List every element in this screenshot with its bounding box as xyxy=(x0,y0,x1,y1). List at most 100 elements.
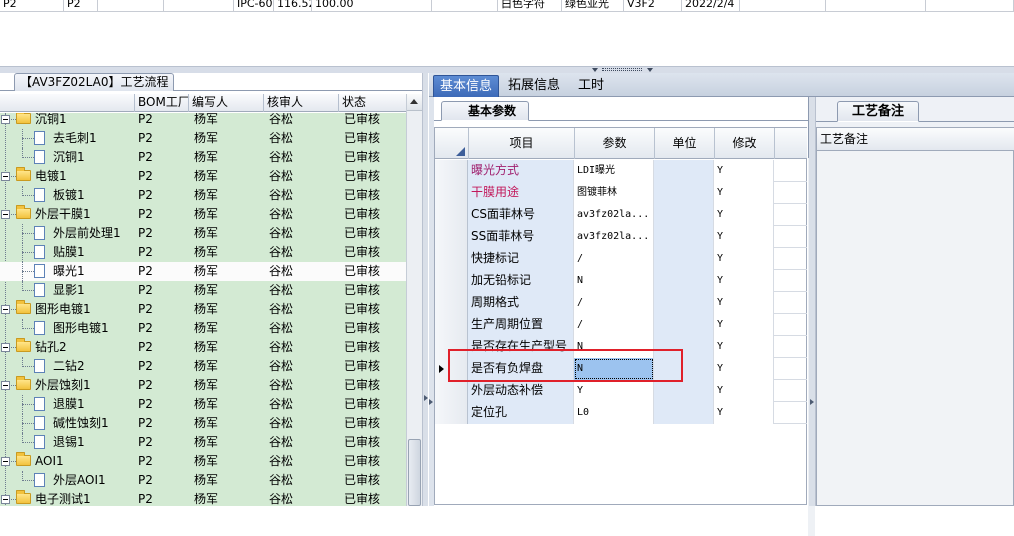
row-selector[interactable] xyxy=(435,182,468,204)
param-item[interactable]: 外层动态补偿 xyxy=(468,380,574,402)
param-row[interactable]: 加无铅标记 N Y xyxy=(435,270,807,292)
remarks-header[interactable]: 工艺备注 xyxy=(817,128,1014,151)
tree-folder-row[interactable]: AOI1 P2 杨军 谷松 已审核 xyxy=(0,452,406,471)
tree-folder-row[interactable]: 外层蚀刻1 P2 杨军 谷松 已审核 xyxy=(0,376,406,395)
tab-basic-info[interactable]: 基本信息 xyxy=(433,75,500,97)
param-value[interactable]: / xyxy=(574,292,654,314)
param-col-unit[interactable]: 单位 xyxy=(654,128,714,159)
tree-step-row[interactable]: 外层前处理1 P2 杨军 谷松 已审核 xyxy=(0,224,406,243)
tab-process-remarks[interactable]: 工艺备注 xyxy=(837,101,920,122)
param-value[interactable]: N xyxy=(574,270,654,292)
row-selector[interactable] xyxy=(435,204,468,226)
param-value[interactable]: av3fz02la... xyxy=(574,204,654,226)
upper-grid-cell[interactable]: 白色字符 xyxy=(498,0,562,12)
upper-grid-cell[interactable] xyxy=(978,0,1014,12)
tree-step-row[interactable]: 图形电镀1 P2 杨军 谷松 已审核 xyxy=(0,319,406,338)
upper-grid-cell[interactable]: IPC-6012 II级 xyxy=(234,0,274,12)
upper-grid-cell[interactable]: 100.00 xyxy=(312,0,432,12)
upper-grid-cell[interactable]: V3F2 xyxy=(624,0,682,12)
select-all-icon[interactable] xyxy=(456,147,465,156)
param-unit[interactable] xyxy=(654,204,714,226)
row-selector[interactable] xyxy=(435,314,468,336)
param-row[interactable]: 曝光方式 LDI曝光 Y xyxy=(435,160,807,182)
tree-scrollbar[interactable] xyxy=(406,94,422,506)
row-selector[interactable] xyxy=(435,402,468,424)
param-modify[interactable]: Y xyxy=(714,292,774,314)
collapse-arrow-icon[interactable] xyxy=(810,399,814,405)
tree-folder-row[interactable]: 电镀1 P2 杨军 谷松 已审核 xyxy=(0,167,406,186)
tree-folder-row[interactable]: 图形电镀1 P2 杨军 谷松 已审核 xyxy=(0,300,406,319)
panel-collapse-strip[interactable] xyxy=(429,97,434,506)
row-selector[interactable] xyxy=(435,380,468,402)
param-item[interactable]: CS面菲林号 xyxy=(468,204,574,226)
param-modify[interactable]: Y xyxy=(714,402,774,424)
horizontal-splitter[interactable] xyxy=(0,66,1014,73)
param-row[interactable]: 快捷标记 / Y xyxy=(435,248,807,270)
row-selector[interactable] xyxy=(435,292,468,314)
tree-folder-row[interactable]: 沉铜1 P2 杨军 谷松 已审核 xyxy=(0,113,406,129)
param-item[interactable]: 定位孔 xyxy=(468,402,574,424)
param-unit[interactable] xyxy=(654,270,714,292)
upper-grid-cell[interactable]: P2 xyxy=(0,0,64,12)
tree-col-name[interactable] xyxy=(0,94,134,112)
param-unit[interactable] xyxy=(654,160,714,182)
param-unit[interactable] xyxy=(654,380,714,402)
tree-col-author[interactable]: 编写人 xyxy=(188,94,263,112)
tab-work-hours[interactable]: 工时 xyxy=(572,75,610,97)
param-row[interactable]: 定位孔 L0 Y xyxy=(435,402,807,424)
param-value[interactable]: 图镀菲林 xyxy=(574,182,654,204)
param-unit[interactable] xyxy=(654,226,714,248)
param-row[interactable]: 周期格式 / Y xyxy=(435,292,807,314)
splitter-grip-icon[interactable] xyxy=(602,68,642,71)
param-item[interactable]: 生产周期位置 xyxy=(468,314,574,336)
upper-grid-row[interactable]: P2P2 IPC-6012 II级116.52100.00 白色字符绿色亚光V3F2… xyxy=(0,0,1014,12)
tree-col-reviewer[interactable]: 核审人 xyxy=(263,94,338,112)
tree-step-row[interactable]: 曝光1 P2 杨军 谷松 已审核 xyxy=(0,262,406,281)
tree-step-row[interactable]: 板镀1 P2 杨军 谷松 已审核 xyxy=(0,186,406,205)
param-modify[interactable]: Y xyxy=(714,226,774,248)
param-modify[interactable]: Y xyxy=(714,380,774,402)
param-modify[interactable]: Y xyxy=(714,182,774,204)
row-selector[interactable] xyxy=(435,160,468,182)
upper-grid-cell[interactable]: 绿色亚光 xyxy=(562,0,624,12)
param-row[interactable]: 干膜用途 图镀菲林 Y xyxy=(435,182,807,204)
param-row[interactable]: SS面菲林号 av3fz02la... Y xyxy=(435,226,807,248)
tab-extended-info[interactable]: 拓展信息 xyxy=(502,75,566,97)
tab-basic-params[interactable]: 基本参数 xyxy=(441,101,530,121)
tree-step-row[interactable]: 碱性蚀刻1 P2 杨军 谷松 已审核 xyxy=(0,414,406,433)
tree-step-row[interactable]: 退膜1 P2 杨军 谷松 已审核 xyxy=(0,395,406,414)
param-modify[interactable]: Y xyxy=(714,314,774,336)
param-row[interactable]: 生产周期位置 / Y xyxy=(435,314,807,336)
row-selector[interactable] xyxy=(435,270,468,292)
param-modify[interactable]: Y xyxy=(714,336,774,358)
splitter-arrow-icon[interactable] xyxy=(647,68,653,72)
param-item[interactable]: SS面菲林号 xyxy=(468,226,574,248)
param-modify[interactable]: Y xyxy=(714,160,774,182)
upper-grid-cell[interactable] xyxy=(432,0,498,12)
scroll-up-icon[interactable] xyxy=(407,94,422,111)
panel-collapse-strip[interactable] xyxy=(809,97,816,506)
param-unit[interactable] xyxy=(654,182,714,204)
param-value[interactable]: LDI曝光 xyxy=(574,160,654,182)
panel-collapse-strip[interactable] xyxy=(422,73,428,506)
row-selector[interactable] xyxy=(435,248,468,270)
collapse-arrow-icon[interactable] xyxy=(424,395,428,401)
tree-col-bom[interactable]: BOM工厂 xyxy=(134,94,190,112)
tree-step-row[interactable]: 贴膜1 P2 杨军 谷松 已审核 xyxy=(0,243,406,262)
tree-folder-row[interactable]: 电子测试1 P2 杨军 谷松 已审核 xyxy=(0,490,406,506)
param-item[interactable]: 快捷标记 xyxy=(468,248,574,270)
param-row[interactable]: 外层动态补偿 Y Y xyxy=(435,380,807,402)
param-value[interactable]: / xyxy=(574,248,654,270)
upper-grid-cell[interactable] xyxy=(164,0,234,12)
collapse-arrow-icon[interactable] xyxy=(429,399,433,405)
param-value[interactable]: L0 xyxy=(574,402,654,424)
tree-step-row[interactable]: 显影1 P2 杨军 谷松 已审核 xyxy=(0,281,406,300)
collapse-icon[interactable] xyxy=(1,172,10,181)
param-col-value[interactable]: 参数 xyxy=(574,128,654,159)
collapse-icon[interactable] xyxy=(1,457,10,466)
row-selector[interactable] xyxy=(435,226,468,248)
param-col-modify[interactable]: 修改 xyxy=(714,128,774,159)
upper-grid-cell[interactable] xyxy=(98,0,164,12)
param-modify[interactable]: Y xyxy=(714,204,774,226)
upper-grid-cell[interactable] xyxy=(826,0,926,12)
